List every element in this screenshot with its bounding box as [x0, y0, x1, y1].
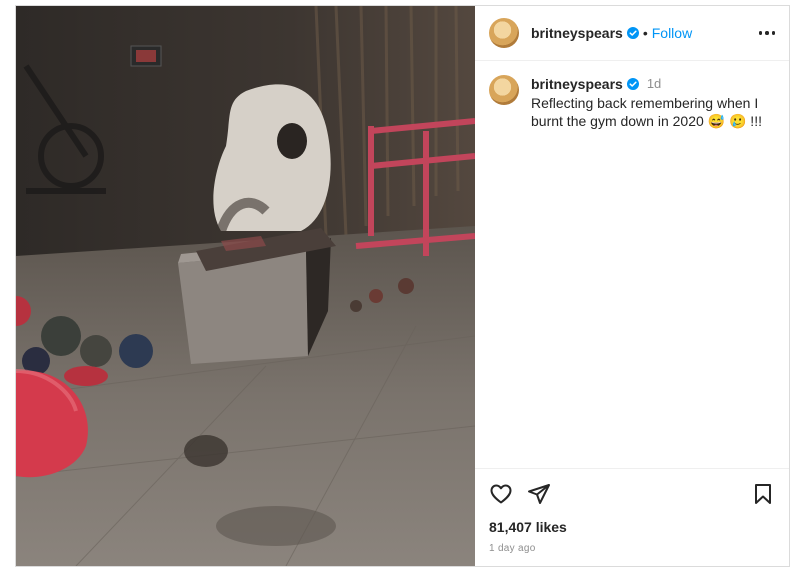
post-actions-area: 81,407 likes 1 day ago — [475, 468, 789, 566]
post-header: britneyspears • Follow — [475, 6, 789, 61]
caption-avatar[interactable] — [489, 75, 519, 105]
verified-badge-icon — [626, 27, 639, 39]
like-count[interactable]: 81,407 likes — [489, 519, 775, 535]
more-options-icon[interactable] — [758, 31, 775, 35]
burnt-gym-photo — [16, 6, 475, 566]
caption-text: Reflecting back remembering when I burnt… — [531, 95, 762, 129]
action-bar — [489, 469, 775, 519]
caption-username[interactable]: britneyspears — [531, 75, 623, 93]
heart-icon[interactable] — [489, 482, 513, 506]
avatar[interactable] — [489, 18, 519, 48]
caption-timestamp[interactable]: 1d — [647, 75, 661, 93]
header-username[interactable]: britneyspears — [531, 25, 623, 41]
post-side-panel: britneyspears • Follow britneyspears 1d … — [475, 6, 789, 566]
post-photo[interactable] — [16, 6, 475, 566]
separator-dot: • — [642, 25, 648, 41]
caption: britneyspears 1d Reflecting back remembe… — [475, 61, 789, 130]
share-icon[interactable] — [527, 482, 551, 506]
post-timestamp: 1 day ago — [489, 543, 536, 554]
follow-button[interactable]: Follow — [652, 25, 692, 41]
instagram-post: britneyspears • Follow britneyspears 1d … — [15, 5, 790, 567]
verified-badge-icon — [626, 78, 639, 90]
bookmark-icon[interactable] — [751, 482, 775, 506]
